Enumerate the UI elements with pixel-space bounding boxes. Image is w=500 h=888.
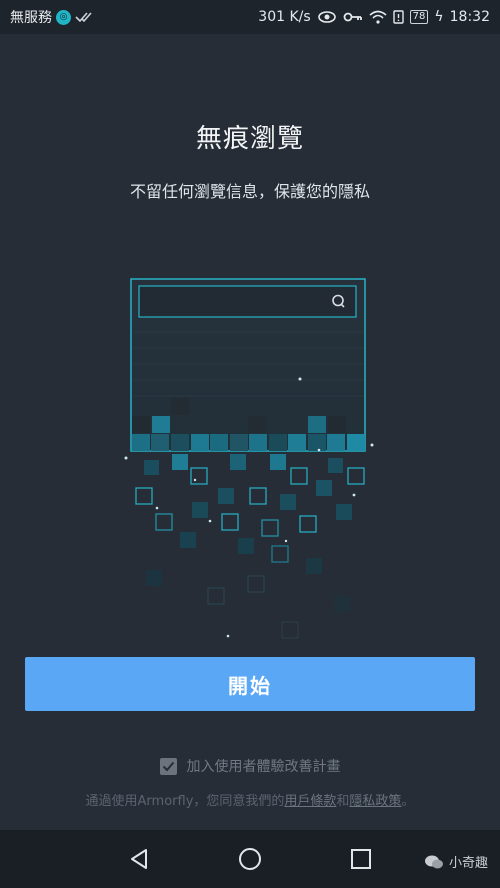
home-circle-icon bbox=[239, 848, 261, 870]
start-button[interactable]: 開始 bbox=[25, 657, 475, 711]
checkmark-icon bbox=[162, 761, 174, 771]
terms-and: 和 bbox=[336, 794, 350, 809]
battery-level: 78 bbox=[412, 11, 426, 22]
terms-notice: 通過使用Armorfly，您同意我們的用戶條款和隱私政策。 bbox=[0, 790, 500, 809]
navigation-bar: 小奇趣 bbox=[0, 830, 500, 888]
consent-label: 加入使用者體驗改善計畫 bbox=[186, 759, 341, 775]
battery-indicator: 78 bbox=[409, 10, 429, 24]
back-triangle-icon bbox=[131, 849, 147, 869]
charging-icon: ϟ bbox=[434, 9, 444, 25]
wifi-icon bbox=[369, 10, 387, 24]
ux-program-consent[interactable]: 加入使用者體驗改善計畫 bbox=[0, 756, 500, 776]
network-speed: 301 K/s bbox=[258, 9, 311, 25]
terms-suffix: 。 bbox=[401, 794, 415, 809]
app-notification-icon: ◎ bbox=[56, 9, 71, 25]
user-terms-link[interactable]: 用戶條款 bbox=[284, 794, 336, 809]
page-subtitle: 不留任何瀏覽信息，保護您的隱私 bbox=[129, 182, 370, 201]
double-check-icon bbox=[75, 12, 92, 23]
clock: 18:32 bbox=[449, 9, 490, 25]
vpn-key-icon bbox=[343, 12, 362, 22]
eye-icon bbox=[317, 11, 336, 23]
carrier-label: 無服務 bbox=[10, 10, 52, 26]
home-button[interactable] bbox=[235, 844, 265, 874]
page-title: 無痕瀏覽 bbox=[195, 124, 304, 154]
terms-prefix: 通過使用Armorfly，您同意我們的 bbox=[85, 794, 285, 809]
sim-alert-icon bbox=[392, 10, 404, 24]
privacy-policy-link[interactable]: 隱私政策 bbox=[349, 794, 401, 809]
recents-square-icon bbox=[351, 849, 371, 869]
back-button[interactable] bbox=[124, 844, 154, 874]
consent-checkbox[interactable] bbox=[159, 757, 177, 775]
recents-button[interactable] bbox=[346, 844, 376, 874]
incognito-illustration bbox=[124, 278, 374, 639]
watermark: 小奇趣 bbox=[424, 852, 488, 871]
watermark-label: 小奇趣 bbox=[448, 856, 488, 871]
status-bar: 無服務 ◎ 301 K/s 78 ϟ 18:32 bbox=[0, 0, 500, 34]
wechat-icon bbox=[424, 855, 443, 868]
pixel-particles bbox=[124, 377, 374, 639]
